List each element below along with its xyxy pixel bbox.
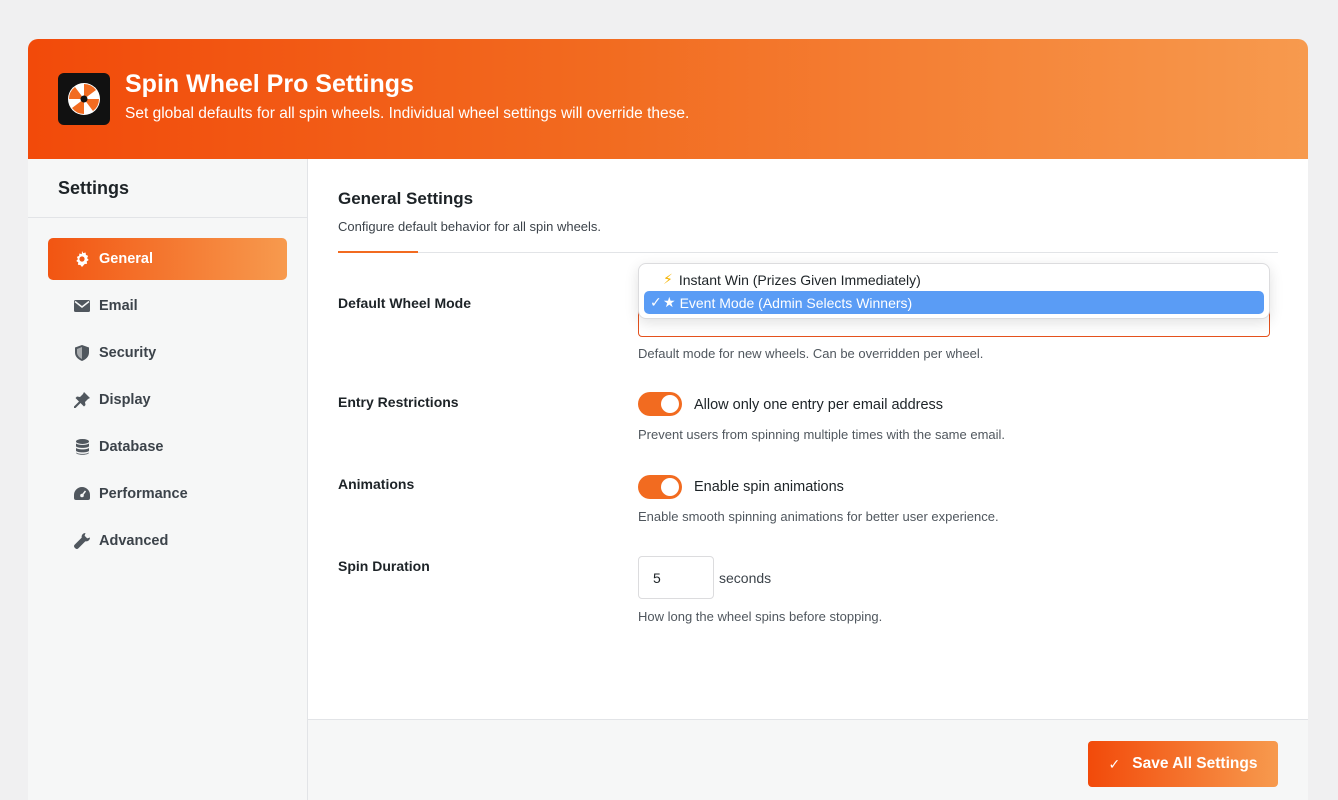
sidebar-item-label: Display — [99, 392, 151, 408]
save-all-settings-button[interactable]: ✓ Save All Settings — [1088, 741, 1278, 787]
wheel-mode-option-event[interactable]: ✓ ★ Event Mode (Admin Selects Winners) — [644, 291, 1264, 314]
sidebar-item-security[interactable]: Security — [48, 332, 287, 374]
page-subtitle: Set global defaults for all spin wheels.… — [125, 105, 690, 122]
section-divider-accent — [338, 251, 418, 253]
sidebar-item-label: Advanced — [99, 533, 169, 549]
lightning-icon: ⚡ — [663, 271, 673, 287]
sidebar-item-label: Database — [99, 439, 164, 455]
sidebar-nav: General Email Security Display Database — [28, 218, 307, 562]
wheel-mode-dropdown: ⚡ Instant Win (Prizes Given Immediately)… — [638, 263, 1270, 319]
option-label: Instant Win (Prizes Given Immediately) — [678, 271, 921, 288]
settings-footer: ✓ Save All Settings — [308, 719, 1308, 800]
entry-restrictions-help: Prevent users from spinning multiple tim… — [638, 427, 1006, 442]
gauge-icon — [74, 486, 90, 502]
sidebar-item-database[interactable]: Database — [48, 426, 287, 468]
settings-sidebar: Settings General Email Security Display — [28, 159, 308, 800]
sidebar-item-label: Email — [99, 298, 138, 314]
spin-duration-help: How long the wheel spins before stopping… — [638, 609, 883, 624]
spin-duration-label: Spin Duration — [338, 558, 430, 574]
shield-icon — [74, 345, 90, 361]
sidebar-item-display[interactable]: Display — [48, 379, 287, 421]
sidebar-item-performance[interactable]: Performance — [48, 473, 287, 515]
pin-icon — [74, 392, 90, 408]
toggle-knob — [661, 395, 679, 413]
sidebar-item-advanced[interactable]: Advanced — [48, 520, 287, 562]
wheel-mode-option-instant[interactable]: ⚡ Instant Win (Prizes Given Immediately) — [644, 268, 1264, 291]
section-title: General Settings — [338, 189, 474, 208]
star-icon: ★ — [663, 294, 676, 310]
option-label: Event Mode (Admin Selects Winners) — [679, 294, 913, 311]
page-title: Spin Wheel Pro Settings — [125, 70, 414, 98]
envelope-icon — [74, 298, 90, 314]
wrench-icon — [74, 533, 90, 549]
wheel-mode-help: Default mode for new wheels. Can be over… — [638, 346, 984, 361]
settings-main: General Settings Configure default behav… — [308, 159, 1308, 719]
spin-duration-input[interactable]: 5 — [638, 556, 714, 599]
sidebar-item-label: Performance — [99, 486, 188, 502]
sidebar-item-label: General — [99, 251, 153, 267]
database-icon — [74, 439, 90, 455]
spin-duration-unit: seconds — [719, 570, 772, 586]
checkmark-icon: ✓ — [650, 294, 662, 310]
animations-help: Enable smooth spinning animations for be… — [638, 509, 999, 524]
toggle-knob — [661, 478, 679, 496]
wheel-mode-label: Default Wheel Mode — [338, 295, 472, 311]
animations-toggle-label: Enable spin animations — [694, 479, 844, 495]
save-button-label: Save All Settings — [1132, 755, 1258, 772]
settings-header: Spin Wheel Pro Settings Set global defau… — [28, 39, 1308, 159]
animations-label: Animations — [338, 476, 415, 492]
sidebar-item-label: Security — [99, 345, 157, 361]
spin-wheel-icon — [58, 73, 110, 125]
sidebar-item-email[interactable]: Email — [48, 285, 287, 327]
sidebar-item-general[interactable]: General — [48, 238, 287, 280]
checkmark-icon: ✓ — [1108, 755, 1121, 772]
section-description: Configure default behavior for all spin … — [338, 219, 602, 234]
animations-toggle[interactable] — [638, 475, 682, 499]
entry-restrictions-toggle-label: Allow only one entry per email address — [694, 397, 944, 413]
sidebar-title: Settings — [28, 159, 307, 218]
entry-restrictions-label: Entry Restrictions — [338, 394, 459, 410]
entry-restrictions-toggle[interactable] — [638, 392, 682, 416]
gear-icon — [74, 251, 90, 267]
section-divider — [338, 252, 1278, 253]
